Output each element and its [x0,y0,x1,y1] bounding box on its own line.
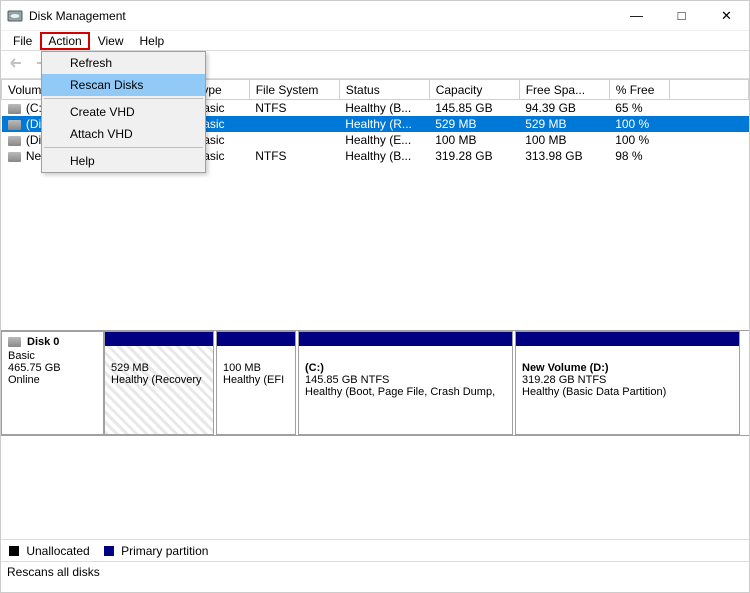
menu-help[interactable]: Help [132,32,173,50]
cell: 100 MB [519,132,609,148]
volume-icon [8,104,21,114]
partition-block[interactable]: (C:)145.85 GB NTFSHealthy (Boot, Page Fi… [298,331,513,435]
cell: Healthy (B... [339,148,429,164]
disk-size: 465.75 GB [8,362,97,374]
partition-size: 319.28 GB NTFS [522,374,733,386]
cell: NTFS [249,148,339,164]
partition-block[interactable]: 529 MBHealthy (Recovery [104,331,214,435]
partition-status: Healthy (Basic Data Partition) [522,386,733,398]
cell [669,148,748,164]
titlebar: Disk Management — □ ✕ [1,1,749,31]
swatch-primary [104,546,114,556]
menu-refresh[interactable]: Refresh [42,52,205,74]
menu-separator [44,147,203,148]
cell: 319.28 GB [429,148,519,164]
legend-primary: Primary partition [104,544,209,558]
maximize-button[interactable]: □ [659,1,704,30]
menu-view[interactable]: View [90,32,132,50]
cell: Healthy (E... [339,132,429,148]
col-status[interactable]: Status [339,80,429,100]
partition-stripe [105,332,213,346]
partition-status: Healthy (Recovery [111,374,207,386]
cell: 100 % [609,132,669,148]
cell [249,132,339,148]
partition-block[interactable]: New Volume (D:)319.28 GB NTFSHealthy (Ba… [515,331,740,435]
menu-rescan-disks[interactable]: Rescan Disks [42,74,205,96]
partition-status: Healthy (EFI [223,374,289,386]
partition-body: 100 MBHealthy (EFI [217,346,295,434]
cell: 529 MB [429,116,519,132]
cell: NTFS [249,100,339,117]
partition-body: New Volume (D:)319.28 GB NTFSHealthy (Ba… [516,346,739,434]
window-controls: — □ ✕ [614,1,749,30]
partition-title: (C:) [305,362,506,374]
menu-file[interactable]: File [5,32,40,50]
cell: 65 % [609,100,669,117]
menu-help[interactable]: Help [42,150,205,172]
partition-body: 529 MBHealthy (Recovery [105,346,213,434]
app-icon [7,8,23,24]
back-icon[interactable] [7,56,27,73]
cell: 98 % [609,148,669,164]
disk-status: Online [8,374,97,386]
col-capacity[interactable]: Capacity [429,80,519,100]
menu-create-vhd[interactable]: Create VHD [42,101,205,123]
disk-type: Basic [8,350,97,362]
cell [669,116,748,132]
col-free[interactable]: Free Spa... [519,80,609,100]
cell: Healthy (R... [339,116,429,132]
cell [249,116,339,132]
disk-name: Disk 0 [27,336,59,348]
partition-block[interactable]: 100 MBHealthy (EFI [216,331,296,435]
cell: 100 MB [429,132,519,148]
volume-icon [8,152,21,162]
minimize-button[interactable]: — [614,1,659,30]
cell: 145.85 GB [429,100,519,117]
cell: 529 MB [519,116,609,132]
col-pctfree[interactable]: % Free [609,80,669,100]
col-filesystem[interactable]: File System [249,80,339,100]
action-menu-dropdown: Refresh Rescan Disks Create VHD Attach V… [41,51,206,173]
partition-body: (C:)145.85 GB NTFSHealthy (Boot, Page Fi… [299,346,512,434]
cell: Healthy (B... [339,100,429,117]
disk-info[interactable]: Disk 0 Basic 465.75 GB Online [1,331,104,435]
partition-status: Healthy (Boot, Page File, Crash Dump, [305,386,506,398]
cell [669,132,748,148]
menu-attach-vhd[interactable]: Attach VHD [42,123,205,145]
partition-map: 529 MBHealthy (Recovery100 MBHealthy (EF… [104,331,749,435]
cell [669,100,748,117]
empty-space [1,436,749,540]
legend-unallocated: Unallocated [9,544,90,558]
col-spacer [669,80,748,100]
partition-size: 100 MB [223,362,289,374]
disk-graphical-pane: Disk 0 Basic 465.75 GB Online 529 MBHeal… [1,331,749,436]
cell: 313.98 GB [519,148,609,164]
volume-icon [8,136,21,146]
menubar: File Action View Help [1,31,749,51]
legend: Unallocated Primary partition [1,540,749,562]
partition-stripe [516,332,739,346]
disk-icon [8,337,21,347]
partition-title: New Volume (D:) [522,362,733,374]
partition-stripe [217,332,295,346]
partition-size: 529 MB [111,362,207,374]
volume-icon [8,120,21,130]
partition-size: 145.85 GB NTFS [305,374,506,386]
window-title: Disk Management [29,9,614,23]
menu-separator [44,98,203,99]
statusbar: Rescans all disks [1,562,749,582]
swatch-unallocated [9,546,19,556]
cell: 94.39 GB [519,100,609,117]
close-button[interactable]: ✕ [704,1,749,30]
partition-stripe [299,332,512,346]
menu-action[interactable]: Action [40,32,89,50]
cell: 100 % [609,116,669,132]
